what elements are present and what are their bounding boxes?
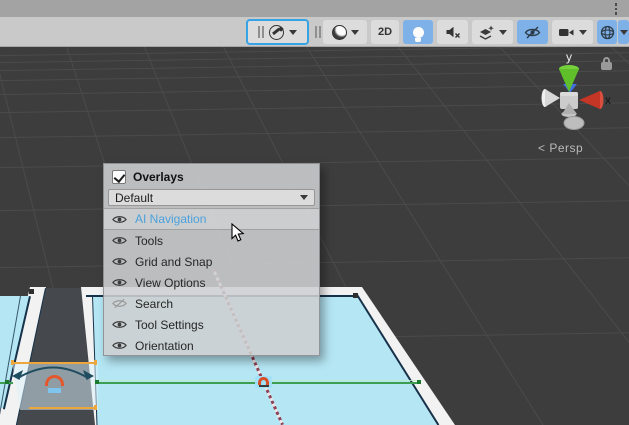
- axis-x-label: x: [605, 93, 611, 107]
- window-options-icon[interactable]: [615, 3, 618, 15]
- axis-x-icon[interactable]: [579, 91, 600, 109]
- window-title-bar: [0, 0, 629, 17]
- 2d-toggle-button[interactable]: 2D: [371, 20, 399, 44]
- overlay-item-label: Tool Settings: [135, 318, 204, 332]
- overlays-menu: Overlays Default AI Navigation: [103, 163, 320, 356]
- eye-icon[interactable]: [112, 235, 127, 246]
- shaded-sphere-icon: [332, 25, 347, 40]
- eye-icon[interactable]: [112, 319, 127, 330]
- selection-edge-orange: [29, 407, 97, 409]
- overlay-item-tools[interactable]: Tools: [104, 230, 319, 251]
- axis-negx-icon[interactable]: [545, 89, 560, 107]
- effects-button[interactable]: [472, 20, 513, 44]
- gizmo-cube-top: [560, 92, 578, 96]
- vertex-handle[interactable]: [29, 289, 34, 294]
- overlay-item-label: Orientation: [135, 339, 194, 353]
- axis-ball-icon[interactable]: [564, 117, 584, 130]
- overlay-item-tool-settings[interactable]: Tool Settings: [104, 314, 319, 335]
- overlay-preset-value: Default: [115, 191, 300, 205]
- chevron-down-icon: [300, 195, 308, 200]
- overlay-item-orientation[interactable]: Orientation: [104, 335, 319, 356]
- overlay-item-label: Grid and Snap: [135, 255, 212, 269]
- chevron-down-icon: [351, 30, 359, 35]
- overlay-item-label: AI Navigation: [135, 212, 206, 226]
- overlay-item-label: View Options: [135, 276, 205, 290]
- eye-icon[interactable]: [112, 340, 127, 351]
- overlays-checkbox[interactable]: [112, 170, 126, 184]
- chevron-down-icon: [289, 30, 297, 35]
- vertex-handle[interactable]: [353, 293, 358, 298]
- 2d-label: 2D: [378, 26, 392, 38]
- drag-handle-icon[interactable]: [258, 26, 264, 38]
- mouse-cursor: [231, 223, 245, 243]
- view-options-button[interactable]: [246, 19, 309, 45]
- eye-icon[interactable]: [112, 256, 127, 267]
- scene-view-toolbar: 2D: [0, 17, 629, 47]
- eye-icon[interactable]: [112, 277, 127, 288]
- navmesh-link-arc-icon: [258, 377, 269, 385]
- eye-slash-icon: [524, 26, 541, 39]
- chevron-down-icon: [579, 30, 587, 35]
- overlay-item-grid-and-snap[interactable]: Grid and Snap: [104, 251, 319, 272]
- unity-scene-view: 2D: [0, 0, 629, 425]
- overlays-menu-header: Overlays: [104, 164, 319, 189]
- gizmos-dropdown-button[interactable]: [618, 20, 629, 44]
- orbit-globe-icon: [600, 25, 615, 40]
- navmesh-link-icon-shadow: [259, 385, 269, 387]
- navmesh-link-icon-base: [48, 388, 61, 393]
- hidden-objects-button[interactable]: [517, 20, 548, 44]
- overlay-item-search[interactable]: Search: [104, 293, 319, 314]
- projection-label[interactable]: < Persp: [538, 141, 583, 155]
- light-bulb-icon: [413, 27, 424, 38]
- overlay-preset-dropdown[interactable]: Default: [108, 189, 315, 206]
- overlays-menu-title: Overlays: [133, 170, 184, 184]
- chevron-down-icon: [499, 30, 507, 35]
- chevron-down-icon: [620, 30, 628, 35]
- scene-lighting-button[interactable]: [403, 20, 433, 44]
- compass-pen-icon: [269, 25, 284, 40]
- drag-handle-icon[interactable]: [315, 26, 321, 38]
- axis-y-icon[interactable]: [559, 69, 579, 92]
- selection-tick: [94, 405, 97, 410]
- eye-icon[interactable]: [112, 214, 127, 225]
- effects-layers-icon: [478, 25, 495, 40]
- link-endpoint[interactable]: [417, 380, 421, 384]
- overlay-item-view-options[interactable]: View Options: [104, 272, 319, 293]
- camera-icon: [558, 26, 575, 39]
- speaker-muted-icon: [445, 25, 461, 39]
- draw-mode-button[interactable]: [323, 20, 367, 44]
- camera-settings-button[interactable]: [552, 20, 593, 44]
- audio-toggle-button[interactable]: [437, 20, 468, 44]
- overlay-item-ai-navigation[interactable]: AI Navigation: [104, 208, 319, 230]
- axis-y-label: y: [566, 50, 572, 64]
- eye-icon[interactable]: [112, 298, 127, 309]
- overlay-item-label: Search: [135, 297, 173, 311]
- lock-icon-body: [601, 62, 612, 70]
- gizmos-button[interactable]: [597, 20, 617, 44]
- overlay-items: AI Navigation Tools Grid and Sna: [104, 208, 319, 356]
- overlay-item-label: Tools: [135, 234, 163, 248]
